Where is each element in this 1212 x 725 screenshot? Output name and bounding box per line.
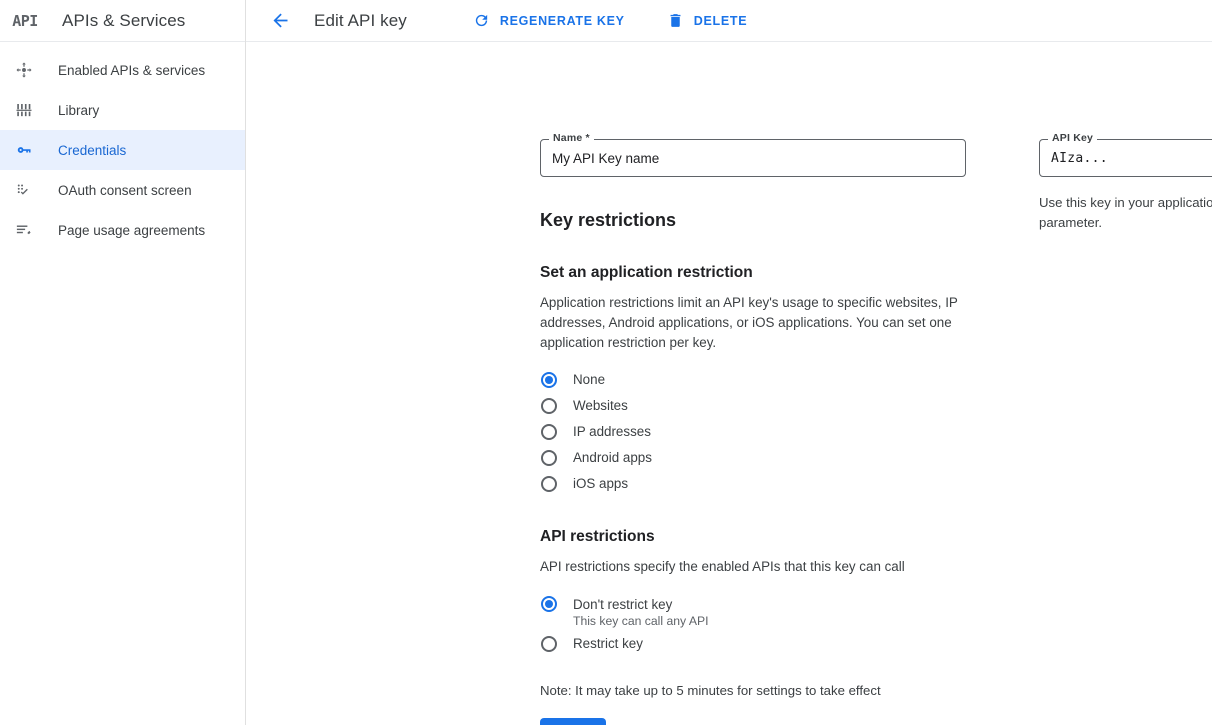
page-content: Name * My API Key name API Key AIza... U…: [246, 42, 1212, 725]
sidebar-item-library[interactable]: Library: [0, 90, 245, 130]
form-actions: SAVE CANCEL: [540, 718, 706, 725]
save-button[interactable]: SAVE: [540, 718, 606, 725]
application-restriction-heading: Set an application restriction: [540, 264, 960, 282]
sidebar-item-oauth-consent[interactable]: OAuth consent screen: [0, 170, 245, 210]
radio-option-websites[interactable]: Websites: [540, 398, 960, 424]
settings-delay-note: Note: It may take up to 5 minutes for se…: [540, 683, 881, 698]
sidebar-title: APIs & Services: [62, 11, 185, 31]
arrow-back-icon[interactable]: [262, 3, 298, 39]
radio-button[interactable]: [541, 424, 557, 440]
radio-label: iOS apps: [573, 476, 628, 491]
radio-button[interactable]: [541, 636, 557, 652]
delete-button[interactable]: DELETE: [659, 5, 756, 37]
radio-button[interactable]: [541, 450, 557, 466]
api-restrictions-heading: API restrictions: [540, 528, 960, 546]
trash-icon: [667, 12, 685, 30]
page-toolbar: Edit API key REGENERATE KEY: [246, 0, 1212, 42]
application-restriction-section: Set an application restriction Applicati…: [540, 264, 960, 502]
api-restrictions-description: API restrictions specify the enabled API…: [540, 557, 960, 577]
sidebar-nav: Enabled APIs & services: [0, 42, 245, 250]
library-icon: [12, 98, 36, 122]
oauth-consent-icon: [12, 178, 36, 202]
radio-label: None: [573, 372, 605, 387]
vertical-scrollbar[interactable]: [1202, 84, 1212, 725]
refresh-icon: [473, 12, 491, 30]
radio-line: Don't restrict key: [540, 596, 672, 612]
helper-text-after: parameter.: [1039, 215, 1102, 230]
main-panel: Edit API key REGENERATE KEY: [246, 0, 1212, 725]
key-restrictions-heading: Key restrictions: [540, 210, 676, 231]
application-restriction-radio-group: None Websites IP addresses Android apps: [540, 372, 960, 502]
radio-label: Restrict key: [573, 636, 643, 651]
name-input[interactable]: My API Key name: [552, 139, 659, 177]
radio-label: IP addresses: [573, 424, 651, 439]
radio-label: Android apps: [573, 450, 652, 465]
sidebar: API APIs & Services Enabled APIs & servi…: [0, 0, 246, 725]
radio-option-android-apps[interactable]: Android apps: [540, 450, 960, 476]
cancel-button[interactable]: CANCEL: [633, 718, 706, 725]
radio-label: Websites: [573, 398, 628, 413]
delete-label: DELETE: [694, 14, 748, 28]
sidebar-item-label: OAuth consent screen: [58, 183, 192, 198]
api-key-input[interactable]: AIza...: [1051, 139, 1108, 177]
radio-option-dont-restrict-key[interactable]: Don't restrict key This key can call any…: [540, 596, 960, 628]
radio-option-ios-apps[interactable]: iOS apps: [540, 476, 960, 502]
radio-button[interactable]: [541, 476, 557, 492]
radio-option-restrict-key[interactable]: Restrict key: [540, 636, 960, 662]
sidebar-item-enabled-apis[interactable]: Enabled APIs & services: [0, 50, 245, 90]
sidebar-item-credentials[interactable]: Credentials: [0, 130, 245, 170]
radio-option-ip-addresses[interactable]: IP addresses: [540, 424, 960, 450]
dashboard-icon: [12, 58, 36, 82]
radio-button[interactable]: [541, 372, 557, 388]
page-title: Edit API key: [314, 11, 407, 31]
api-logo-icon: API: [8, 9, 42, 33]
radio-sublabel: This key can call any API: [573, 614, 708, 628]
api-restriction-section: API restrictions API restrictions specif…: [540, 528, 960, 662]
regenerate-key-label: REGENERATE KEY: [500, 14, 625, 28]
api-key-helper-text: Use this key in your application by pass…: [1039, 193, 1212, 233]
key-icon: [12, 138, 36, 162]
radio-option-none[interactable]: None: [540, 372, 960, 398]
toolbar-actions: REGENERATE KEY DELETE: [465, 5, 781, 37]
api-key-field[interactable]: API Key AIza...: [1039, 139, 1212, 177]
regenerate-key-button[interactable]: REGENERATE KEY: [465, 5, 633, 37]
sidebar-item-page-usage[interactable]: Page usage agreements: [0, 210, 245, 250]
sidebar-item-label: Library: [58, 103, 99, 118]
name-field[interactable]: Name * My API Key name: [540, 139, 966, 177]
application-restriction-description: Application restrictions limit an API ke…: [540, 293, 960, 353]
sidebar-item-label: Page usage agreements: [58, 223, 205, 238]
api-restriction-radio-group: Don't restrict key This key can call any…: [540, 596, 960, 662]
helper-text-before: Use this key in your application by pass…: [1039, 195, 1212, 210]
sidebar-item-label: Enabled APIs & services: [58, 63, 205, 78]
sidebar-brand: API APIs & Services: [0, 0, 245, 42]
radio-button[interactable]: [541, 398, 557, 414]
sidebar-item-label: Credentials: [58, 143, 126, 158]
api-key-edit-page: API APIs & Services Enabled APIs & servi…: [0, 0, 1212, 725]
page-usage-icon: [12, 218, 36, 242]
radio-button[interactable]: [541, 596, 557, 612]
radio-label: Don't restrict key: [573, 597, 672, 612]
